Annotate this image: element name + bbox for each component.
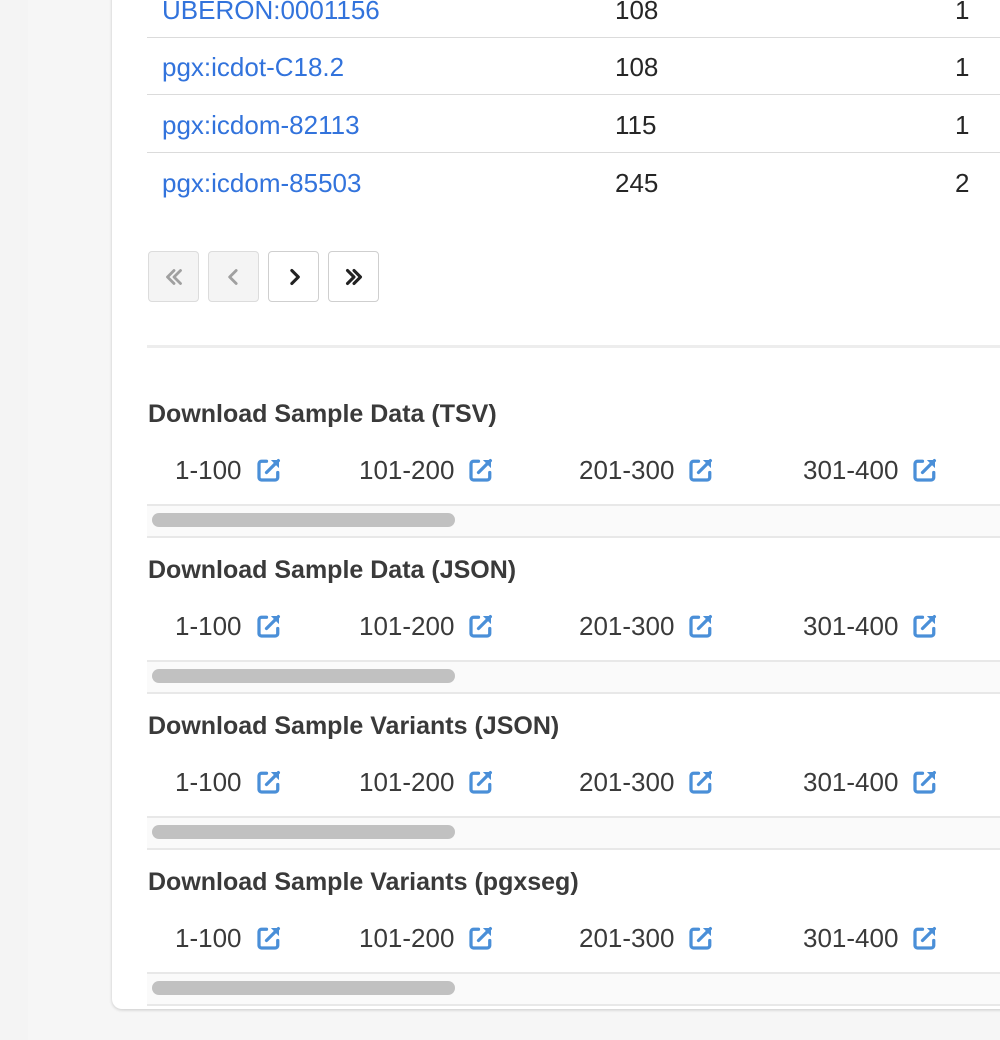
download-link[interactable]: 1-100 bbox=[175, 455, 284, 485]
download-link[interactable]: 101-200 bbox=[359, 611, 496, 641]
download-link[interactable]: 201-300 bbox=[579, 923, 716, 953]
external-link-icon bbox=[689, 927, 713, 950]
last-page-button[interactable] bbox=[328, 251, 379, 302]
download-link[interactable]: 301-400 bbox=[803, 455, 940, 485]
download-range-label: 101-200 bbox=[359, 923, 455, 953]
download-link[interactable]: 201-300 bbox=[579, 455, 716, 485]
sample-frequency: 2 bbox=[955, 168, 970, 198]
download-link[interactable]: 301-400 bbox=[803, 767, 940, 797]
download-link[interactable]: 101-200 bbox=[359, 923, 496, 953]
download-section-title: Download Sample Variants (JSON) bbox=[148, 712, 560, 740]
left-gutter bbox=[0, 0, 28, 1040]
download-link[interactable]: 201-300 bbox=[579, 767, 716, 797]
download-range-label: 301-400 bbox=[803, 767, 899, 797]
download-section-title: Download Sample Data (TSV) bbox=[148, 400, 497, 428]
subset-id-link[interactable]: pgx:icdom-85503 bbox=[162, 168, 361, 198]
download-link[interactable]: 101-200 bbox=[359, 767, 496, 797]
download-range-label: 301-400 bbox=[803, 455, 899, 485]
horizontal-scrollbar[interactable] bbox=[147, 816, 1000, 850]
download-link[interactable]: 201-300 bbox=[579, 611, 716, 641]
previous-page-button[interactable] bbox=[208, 251, 259, 302]
chevron-left-icon bbox=[227, 268, 238, 285]
sample-count: 108 bbox=[615, 52, 659, 82]
sample-frequency: 1 bbox=[955, 52, 970, 82]
external-link-icon bbox=[256, 771, 280, 794]
download-range-label: 101-200 bbox=[359, 767, 455, 797]
download-section-title: Download Sample Variants (pgxseg) bbox=[148, 868, 579, 896]
sample-count: 108 bbox=[615, 0, 659, 25]
external-link-icon bbox=[256, 615, 280, 638]
double-chevron-right-icon bbox=[345, 268, 362, 285]
external-link-icon bbox=[913, 927, 937, 950]
scrollbar-thumb[interactable] bbox=[152, 513, 455, 527]
download-range-label: 201-300 bbox=[579, 923, 675, 953]
download-range-label: 301-400 bbox=[803, 923, 899, 953]
download-range-label: 1-100 bbox=[175, 767, 242, 797]
download-range-label: 201-300 bbox=[579, 767, 675, 797]
download-range-label: 1-100 bbox=[175, 923, 242, 953]
download-link[interactable]: 301-400 bbox=[803, 923, 940, 953]
download-link[interactable]: 101-200 bbox=[359, 455, 496, 485]
download-link[interactable]: 301-400 bbox=[803, 611, 940, 641]
external-link-icon bbox=[256, 927, 280, 950]
external-link-icon bbox=[913, 615, 937, 638]
download-range-label: 101-200 bbox=[359, 455, 455, 485]
sample-count: 115 bbox=[615, 110, 657, 140]
sample-count: 245 bbox=[615, 168, 659, 198]
table-row: pgx:icdot-C18.2 108 1 bbox=[147, 37, 1000, 95]
download-link[interactable]: 1-100 bbox=[175, 767, 284, 797]
external-link-icon bbox=[689, 771, 713, 794]
external-link-icon bbox=[913, 459, 937, 482]
external-link-icon bbox=[256, 459, 280, 482]
section-divider bbox=[147, 345, 1000, 348]
external-link-icon bbox=[469, 927, 493, 950]
external-link-icon bbox=[469, 771, 493, 794]
download-range-label: 1-100 bbox=[175, 611, 242, 641]
chevron-right-icon bbox=[289, 268, 300, 285]
download-range-label: 301-400 bbox=[803, 611, 899, 641]
horizontal-scrollbar[interactable] bbox=[147, 660, 1000, 694]
subset-id-link[interactable]: pgx:icdot-C18.2 bbox=[162, 52, 344, 82]
scrollbar-thumb[interactable] bbox=[152, 981, 455, 995]
table-row: UBERON:0001156 108 1 bbox=[147, 0, 1000, 38]
subset-id-link[interactable]: UBERON:0001156 bbox=[162, 0, 380, 25]
sample-frequency: 1 bbox=[955, 0, 970, 25]
external-link-icon bbox=[913, 771, 937, 794]
external-link-icon bbox=[689, 615, 713, 638]
scrollbar-thumb[interactable] bbox=[152, 669, 455, 683]
download-link[interactable]: 1-100 bbox=[175, 923, 284, 953]
next-page-button[interactable] bbox=[268, 251, 319, 302]
external-link-icon bbox=[469, 459, 493, 482]
download-range-label: 1-100 bbox=[175, 455, 242, 485]
sample-frequency: 1 bbox=[955, 110, 970, 140]
horizontal-scrollbar[interactable] bbox=[147, 972, 1000, 1006]
external-link-icon bbox=[689, 459, 713, 482]
download-range-label: 201-300 bbox=[579, 611, 675, 641]
table-row: pgx:icdom-82113 115 1 bbox=[147, 95, 1000, 153]
table-row: pgx:icdom-85503 245 2 bbox=[147, 153, 1000, 210]
first-page-button[interactable] bbox=[148, 251, 199, 302]
download-range-label: 101-200 bbox=[359, 611, 455, 641]
horizontal-scrollbar[interactable] bbox=[147, 504, 1000, 538]
subset-id-link[interactable]: pgx:icdom-82113 bbox=[162, 110, 360, 140]
external-link-icon bbox=[469, 615, 493, 638]
scrollbar-thumb[interactable] bbox=[152, 825, 455, 839]
download-range-label: 201-300 bbox=[579, 455, 675, 485]
double-chevron-left-icon bbox=[165, 268, 182, 285]
download-link[interactable]: 1-100 bbox=[175, 611, 284, 641]
download-section-title: Download Sample Data (JSON) bbox=[148, 556, 517, 584]
